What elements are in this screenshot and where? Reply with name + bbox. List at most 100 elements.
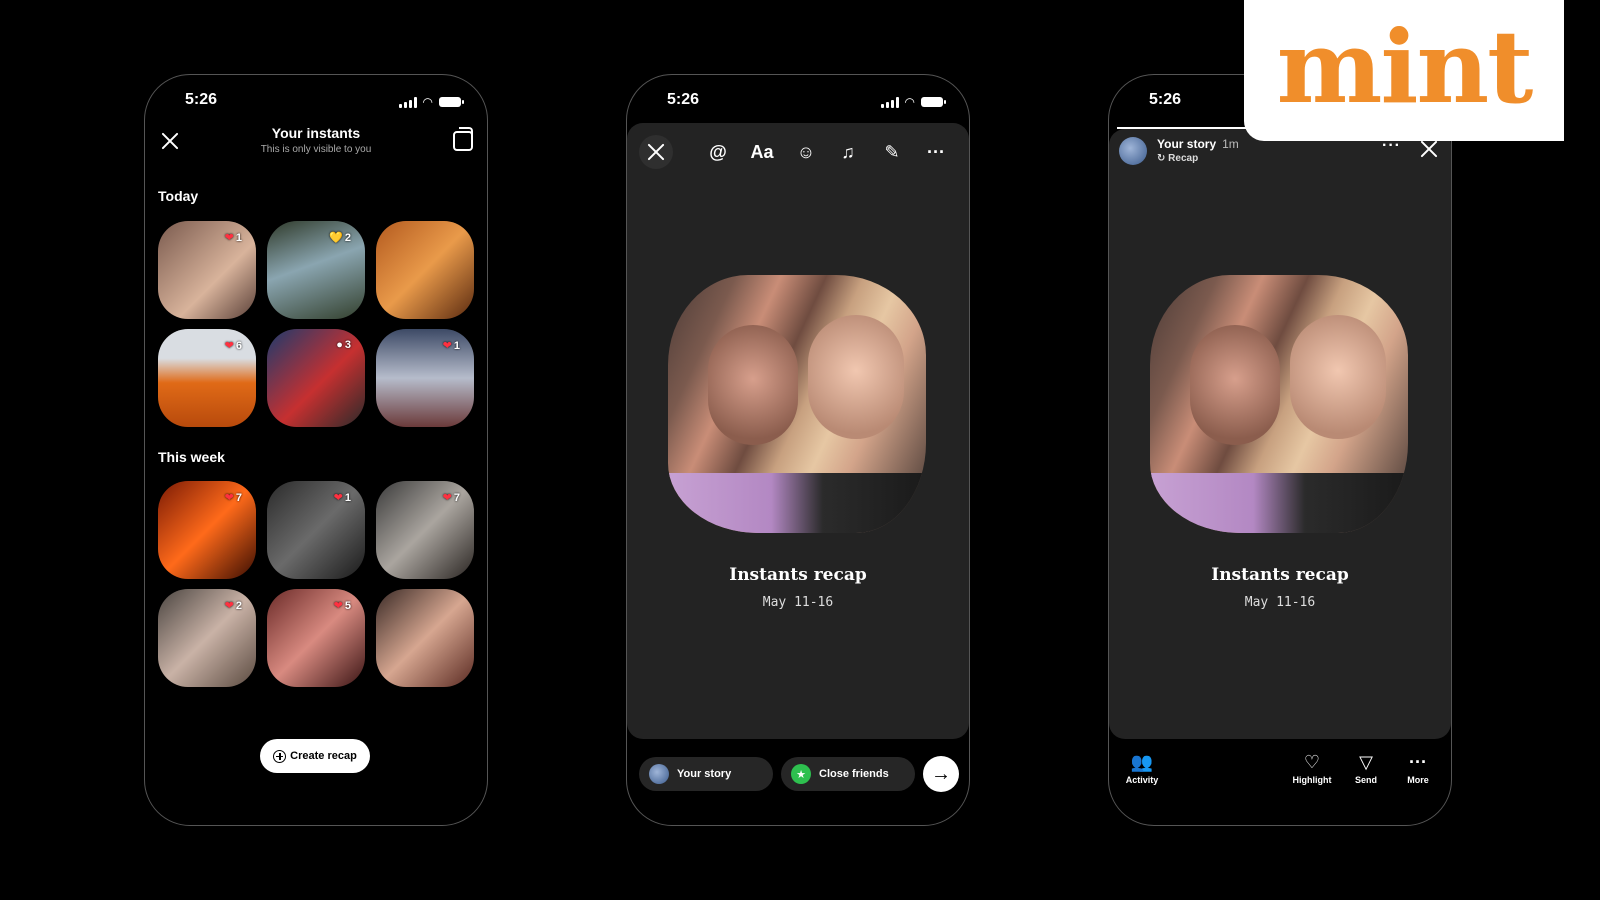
reaction-badge: ❤ 7 <box>443 491 460 504</box>
reaction-count: 1 <box>453 340 460 352</box>
recap-date: May 11-16 <box>1244 595 1316 610</box>
text-icon[interactable]: Aa <box>747 137 777 167</box>
phone-story-editor: 5:26 ◠ @ Aa ☺ ♫ ✎ ··· Instants recap May… <box>626 74 970 826</box>
comment-icon: ● <box>336 339 343 351</box>
people-icon: 👥 <box>1130 752 1154 772</box>
activity-label: Activity <box>1125 775 1159 785</box>
recap-tag-icon: ↻ <box>1157 153 1166 164</box>
phone-story-viewer: 5:26 Your story 1m ↻ Recap ··· Instants r… <box>1108 74 1452 826</box>
close-button[interactable] <box>639 135 673 169</box>
select-copy-icon[interactable] <box>453 127 473 151</box>
activity-button[interactable]: 👥 Activity <box>1117 751 1167 785</box>
reaction-count: 7 <box>453 492 460 504</box>
highlight-icon: ♡ <box>1303 752 1321 772</box>
story-owner[interactable]: Your story 1m <box>1157 137 1239 151</box>
your-story-label: Your story <box>677 768 732 780</box>
photo-face-left <box>708 325 798 445</box>
instant-thumbnail[interactable]: ❤ 2 <box>158 589 256 687</box>
more-icon: ··· <box>1409 752 1427 772</box>
recap-tag[interactable]: ↻ Recap <box>1157 153 1198 164</box>
battery-icon <box>921 97 946 107</box>
next-arrow-button[interactable]: → <box>923 756 959 792</box>
heart-icon: ❤ <box>224 232 234 244</box>
create-recap-label: Create recap <box>290 750 357 762</box>
close-icon <box>646 142 666 162</box>
recap-title: Instants recap <box>729 565 867 585</box>
instants-grid-this-week: ❤ 7 ❤ 1 ❤ 7 ❤ 2 ❤ 5 <box>158 481 474 687</box>
reaction-badge: ❤ 6 <box>225 339 242 352</box>
heart-icon: ❤ <box>224 340 234 352</box>
reaction-count: 1 <box>235 232 242 244</box>
photo-face-right <box>1290 315 1386 439</box>
heart-icon: ❤ <box>224 492 234 504</box>
recap-photo <box>1150 275 1408 533</box>
status-time: 5:26 <box>1149 91 1182 108</box>
star-icon: ★ <box>791 764 811 784</box>
instant-thumbnail[interactable]: ❤ 7 <box>376 481 474 579</box>
instant-thumbnail[interactable]: ● 3 <box>267 329 365 427</box>
more-button[interactable]: ··· More <box>1393 751 1443 785</box>
mint-logo-text: mint <box>1276 8 1534 126</box>
heart-icon: ❤ <box>442 340 452 352</box>
reaction-count: 5 <box>344 600 351 612</box>
heart-icon: ❤ <box>333 492 343 504</box>
instant-thumbnail[interactable]: ❤ 1 <box>376 329 474 427</box>
signal-icon <box>398 96 417 108</box>
story-name: Your story <box>1157 137 1217 151</box>
your-story-button[interactable]: Your story <box>639 757 773 791</box>
reaction-count: 3 <box>344 339 351 351</box>
editor-toolbar: @ Aa ☺ ♫ ✎ ··· <box>627 127 969 177</box>
at-mention-icon[interactable]: @ <box>703 137 733 167</box>
reaction-badge: ❤ 7 <box>225 491 242 504</box>
photo-clothing <box>668 473 926 533</box>
draw-icon[interactable]: ✎ <box>877 137 907 167</box>
wifi-icon: ◠ <box>422 95 433 109</box>
reaction-badge: ❤ 1 <box>225 231 242 244</box>
send-button[interactable]: ▽ Send <box>1341 751 1391 785</box>
story-actions: 👥 Activity ♡ Highlight ▽ Send ··· More <box>1109 751 1451 791</box>
highlight-button[interactable]: ♡ Highlight <box>1287 751 1337 785</box>
instant-thumbnail[interactable] <box>376 221 474 319</box>
music-icon[interactable]: ♫ <box>833 137 863 167</box>
reaction-count: 7 <box>235 492 242 504</box>
photo-face-right <box>808 315 904 439</box>
instant-thumbnail[interactable]: ❤ 7 <box>158 481 256 579</box>
reaction-count: 2 <box>344 232 351 244</box>
send-label: Send <box>1354 775 1377 785</box>
more-icon[interactable]: ··· <box>921 137 951 167</box>
status-bar: 5:26 ◠ <box>145 91 487 115</box>
close-friends-button[interactable]: ★ Close friends <box>781 757 915 791</box>
instants-grid-today: ❤ 1 💛 2 ❤ 6 ● 3 ❤ 1 <box>158 221 474 427</box>
reaction-badge: ❤ 5 <box>334 599 351 612</box>
phone-instants-archive: 5:26 ◠ Your instants This is only visibl… <box>144 74 488 826</box>
status-bar: 5:26 ◠ <box>627 91 969 115</box>
instant-thumbnail[interactable]: ❤ 1 <box>267 481 365 579</box>
reaction-badge: ❤ 1 <box>334 491 351 504</box>
photo-clothing <box>1150 473 1408 533</box>
signal-icon <box>880 96 899 108</box>
reaction-badge: ❤ 2 <box>225 599 242 612</box>
instant-thumbnail[interactable]: ❤ 6 <box>158 329 256 427</box>
instant-thumbnail[interactable]: ❤ 5 <box>267 589 365 687</box>
instant-thumbnail[interactable]: ❤ 1 <box>158 221 256 319</box>
avatar[interactable] <box>1119 137 1147 165</box>
create-recap-button[interactable]: Create recap <box>260 739 370 773</box>
section-label-this-week: This week <box>158 449 225 465</box>
instant-thumbnail[interactable] <box>376 589 474 687</box>
status-icons: ◠ <box>398 95 464 109</box>
instant-thumbnail[interactable]: 💛 2 <box>267 221 365 319</box>
reaction-badge: ● 3 <box>336 339 351 351</box>
add-circle-icon <box>273 749 287 763</box>
sticker-icon[interactable]: ☺ <box>791 137 821 167</box>
close-friends-label: Close friends <box>819 768 889 780</box>
arrow-right-icon: → <box>931 762 951 785</box>
mint-logo: mint <box>1244 0 1564 141</box>
close-icon[interactable] <box>1419 139 1439 159</box>
recap-tag-label: Recap <box>1168 153 1199 164</box>
reaction-count: 1 <box>344 492 351 504</box>
page-title: Your instants <box>271 125 361 141</box>
recap-photo <box>668 275 926 533</box>
heart-icon: ❤ <box>224 600 234 612</box>
heart-icon: ❤ <box>333 600 343 612</box>
reaction-count: 6 <box>235 340 242 352</box>
